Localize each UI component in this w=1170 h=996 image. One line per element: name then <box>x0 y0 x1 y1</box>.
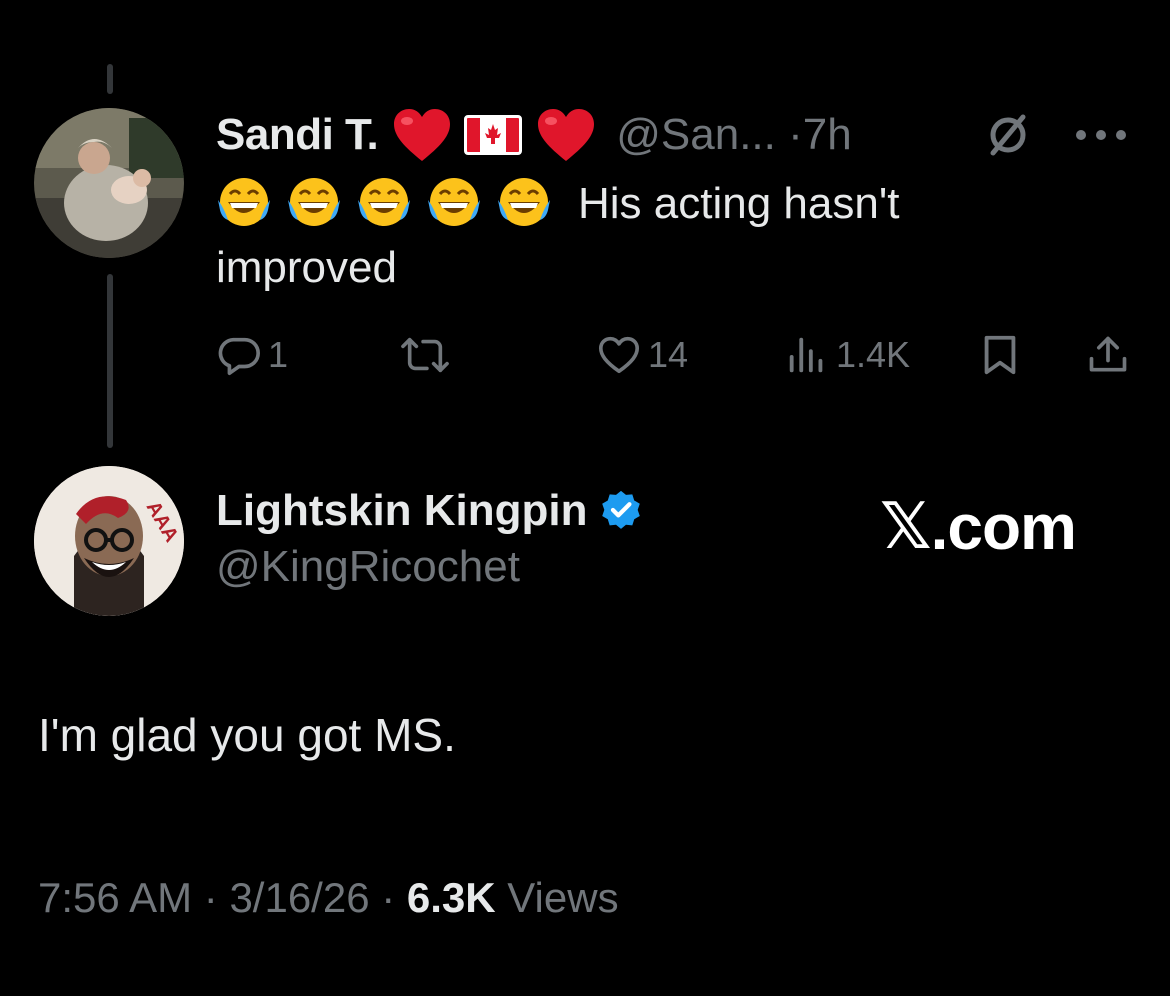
x-logo: 𝕏 <box>880 490 932 564</box>
main-tweet-text: I'm glad you got MS. <box>38 709 456 761</box>
parent-handle[interactable]: @San... <box>616 110 776 159</box>
parent-handle-time[interactable]: @San... ·7h <box>616 110 851 160</box>
parent-time[interactable]: 7h <box>803 110 852 159</box>
reply-count: 1 <box>268 334 289 375</box>
views-icon <box>789 337 823 373</box>
like-count: 14 <box>648 334 689 375</box>
laughing-emoji <box>496 174 552 230</box>
grok-icon[interactable] <box>985 112 1031 158</box>
main-author-name[interactable]: Lightskin Kingpin <box>216 486 588 536</box>
reply-button[interactable]: 1 <box>216 330 288 380</box>
main-avatar[interactable]: AAA <box>34 466 184 616</box>
parent-author-name[interactable]: Sandi T. <box>216 110 379 160</box>
heart-emoji <box>536 107 596 163</box>
like-icon <box>598 336 640 374</box>
share-button[interactable] <box>1086 330 1130 380</box>
watermark-text: .com <box>930 491 1077 563</box>
meta-separator-2: · <box>369 874 407 921</box>
view-count: 1.4K <box>836 334 911 375</box>
parent-tweet-text: His acting hasn't improved <box>216 172 1126 300</box>
parent-text-line2: improved <box>216 243 397 292</box>
laughing-emoji <box>356 174 412 230</box>
main-name-row: Lightskin Kingpin <box>216 482 644 540</box>
parent-text-content: His acting hasn't <box>578 179 900 228</box>
parent-text-line1: His acting hasn't <box>216 172 1126 236</box>
views-button[interactable]: 1.4K <box>784 330 910 380</box>
thread-line-top <box>107 64 113 94</box>
views-label: Views <box>495 874 619 921</box>
retweet-icon <box>401 337 449 373</box>
more-icon[interactable] <box>1070 124 1132 146</box>
main-handle[interactable]: @KingRicochet <box>216 542 644 592</box>
parent-avatar[interactable] <box>34 108 184 258</box>
meta-separator-1: · <box>192 874 230 921</box>
time-separator: · <box>788 110 803 159</box>
views-count[interactable]: 6.3K <box>407 874 496 921</box>
verified-icon <box>601 490 640 529</box>
bookmark-icon <box>984 335 1016 375</box>
tweet-date[interactable]: 3/16/26 <box>229 874 369 921</box>
reply-icon <box>218 337 260 376</box>
parent-action-bar: 1 14 1.4K <box>0 330 1170 380</box>
parent-tweet-header: Sandi T. @San... ·7h <box>216 100 852 170</box>
bookmark-button[interactable] <box>980 330 1020 380</box>
tweet-meta: 7:56 AM · 3/16/26 · 6.3K Views <box>38 874 619 922</box>
laughing-emoji <box>426 174 482 230</box>
canada-flag-emoji <box>464 115 523 155</box>
heart-emoji <box>392 107 452 163</box>
tweet-time[interactable]: 7:56 AM <box>38 874 192 921</box>
laughing-emoji <box>216 174 272 230</box>
x-com-watermark: 𝕏 .com <box>880 490 1077 564</box>
laughing-emoji <box>286 174 342 230</box>
retweet-button[interactable] <box>400 330 456 380</box>
main-tweet-header: Lightskin Kingpin @KingRicochet <box>216 482 644 592</box>
like-button[interactable]: 14 <box>596 330 688 380</box>
share-icon <box>1089 336 1127 372</box>
